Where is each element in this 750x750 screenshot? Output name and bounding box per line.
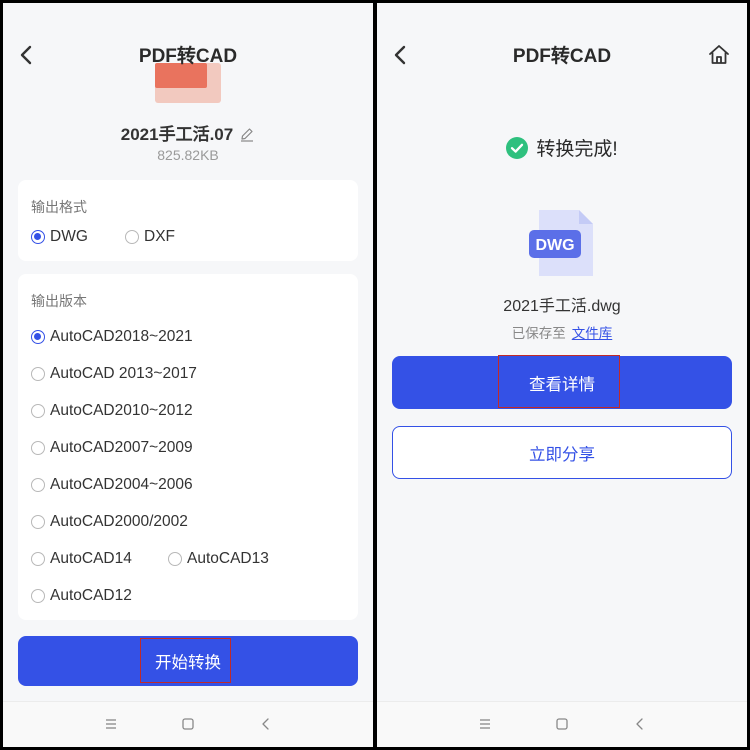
success-message: 转换完成! — [536, 139, 618, 160]
radio-unselected-icon[interactable] — [31, 478, 45, 492]
start-conversion-button[interactable]: 开始转换 — [18, 636, 358, 686]
dwg-file-icon: DWG — [529, 210, 593, 276]
file-library-link[interactable]: 文件库 — [572, 326, 613, 341]
version-option-label: AutoCAD2018~2021 — [50, 328, 193, 345]
version-option-2018-2021[interactable]: AutoCAD2018~2021 — [31, 328, 193, 346]
share-button[interactable]: 立即分享 — [392, 426, 732, 479]
radio-unselected-icon[interactable] — [31, 367, 45, 381]
version-option-label: AutoCAD2000/2002 — [50, 513, 188, 530]
version-option-label: AutoCAD13 — [187, 550, 269, 567]
system-back-icon[interactable] — [632, 716, 648, 732]
format-option-dxf[interactable]: DXF — [125, 228, 175, 246]
version-option-label: AutoCAD12 — [50, 587, 132, 604]
radio-unselected-icon[interactable] — [31, 552, 45, 566]
radio-unselected-icon[interactable] — [168, 552, 182, 566]
view-details-button[interactable]: 查看详情 — [392, 356, 732, 409]
radio-unselected-icon[interactable] — [31, 589, 45, 603]
edit-pencil-icon[interactable] — [239, 126, 255, 142]
version-option-2013-2017[interactable]: AutoCAD 2013~2017 — [31, 365, 197, 383]
saved-location-row: 已保存至 文件库 — [377, 322, 747, 342]
radio-selected-icon[interactable] — [31, 230, 45, 244]
version-option-label: AutoCAD14 — [50, 550, 132, 567]
version-option-label: AutoCAD2007~2009 — [50, 439, 193, 456]
file-badge-text: DWG — [535, 237, 574, 254]
menu-icon[interactable] — [477, 716, 493, 732]
navbar: PDF转CAD — [377, 3, 747, 103]
version-option-13[interactable]: AutoCAD13 — [168, 550, 269, 568]
format-option-dwg[interactable]: DWG — [31, 228, 88, 246]
version-option-label: AutoCAD2010~2012 — [50, 402, 193, 419]
radio-selected-icon[interactable] — [31, 330, 45, 344]
home-square-icon[interactable] — [180, 716, 196, 732]
file-size: 825.82KB — [157, 147, 219, 163]
version-option-2000-2002[interactable]: AutoCAD2000/2002 — [31, 513, 188, 531]
home-square-icon[interactable] — [554, 716, 570, 732]
result-file-name: 2021手工活.dwg — [503, 298, 621, 315]
page-title: PDF转CAD — [138, 46, 238, 67]
file-name-row: 2021手工活.07 — [3, 120, 373, 145]
success-row: 转换完成! — [377, 134, 747, 161]
system-nav-bar — [3, 701, 373, 747]
file-name: 2021手工活.07 — [120, 125, 234, 144]
format-option-label: DWG — [50, 228, 88, 245]
output-version-card: 输出版本 AutoCAD2018~2021 AutoCAD 2013~2017 … — [18, 274, 358, 620]
radio-unselected-icon[interactable] — [31, 515, 45, 529]
version-option-14[interactable]: AutoCAD14 — [31, 550, 132, 568]
version-option-12[interactable]: AutoCAD12 — [31, 587, 132, 605]
version-option-label: AutoCAD 2013~2017 — [50, 365, 197, 382]
radio-unselected-icon[interactable] — [125, 230, 139, 244]
version-option-2004-2006[interactable]: AutoCAD2004~2006 — [31, 476, 193, 494]
menu-icon[interactable] — [103, 716, 119, 732]
system-back-icon[interactable] — [258, 716, 274, 732]
output-format-label: 输出格式 — [31, 199, 87, 215]
right-screen: PDF转CAD 转换完成! DWG 2021手工活.dwg 已保存至 文件库 查看… — [377, 3, 747, 747]
system-nav-bar — [377, 701, 747, 747]
output-version-label: 输出版本 — [31, 293, 87, 309]
left-screen: PDF转CAD 2021手工活.07 825.82KB 输出格式 DWG DXF… — [3, 3, 373, 747]
version-option-2007-2009[interactable]: AutoCAD2007~2009 — [31, 439, 193, 457]
output-format-card: 输出格式 DWG DXF — [18, 180, 358, 261]
radio-unselected-icon[interactable] — [31, 404, 45, 418]
check-circle-icon — [506, 136, 529, 159]
version-option-label: AutoCAD2004~2006 — [50, 476, 193, 493]
radio-unselected-icon[interactable] — [31, 441, 45, 455]
format-option-label: DXF — [144, 228, 175, 245]
navbar: PDF转CAD — [3, 3, 373, 103]
version-option-2010-2012[interactable]: AutoCAD2010~2012 — [31, 402, 193, 420]
saved-prefix: 已保存至 — [511, 326, 566, 341]
page-title: PDF转CAD — [512, 46, 612, 67]
home-icon[interactable] — [707, 43, 731, 67]
